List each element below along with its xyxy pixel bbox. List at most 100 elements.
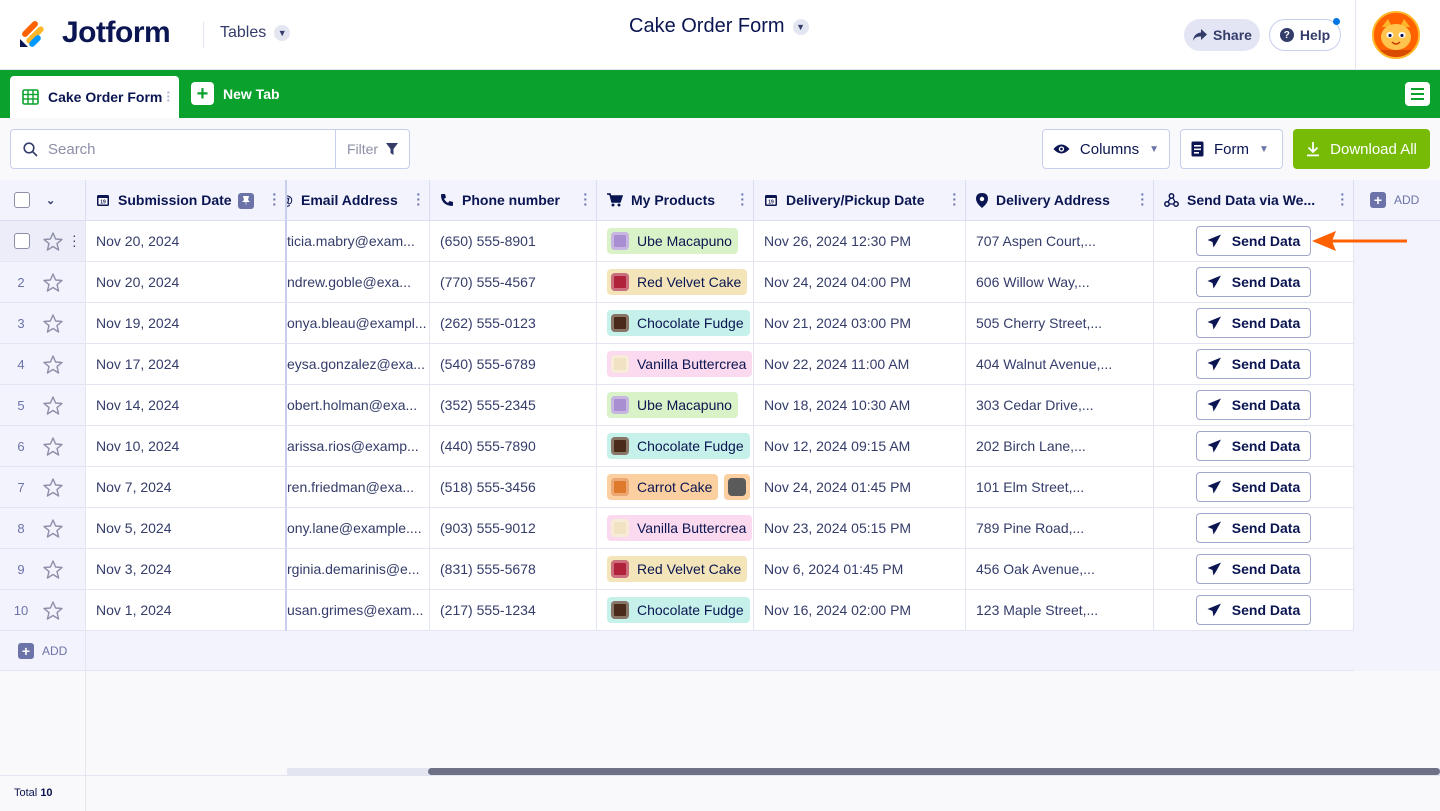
cell-address[interactable]: 303 Cedar Drive,... <box>966 385 1154 426</box>
cell-products[interactable]: Chocolate Fudge <box>597 426 754 467</box>
column-header-address[interactable]: Delivery Address · · · <box>966 180 1154 221</box>
star-icon[interactable] <box>43 314 63 333</box>
menu-button[interactable] <box>1405 82 1430 106</box>
product-chip[interactable]: Chocolate Fudge <box>607 310 750 336</box>
cell-email[interactable]: ren.friedman@exa... <box>287 467 430 508</box>
product-chip[interactable]: Red Velvet Cake <box>607 269 748 295</box>
column-menu-icon[interactable]: · · · <box>583 187 588 211</box>
row-checkbox[interactable] <box>14 233 30 249</box>
cell-delivery-date[interactable]: Nov 24, 2024 04:00 PM <box>754 262 966 303</box>
cell-phone[interactable]: (650) 555-8901 <box>430 221 597 262</box>
cell-products[interactable]: Ube Macapuno <box>597 385 754 426</box>
cell-phone[interactable]: (770) 555-4567 <box>430 262 597 303</box>
product-chip[interactable] <box>724 474 751 500</box>
column-header-email[interactable]: @ Email Address ··· <box>287 180 430 221</box>
cell-phone[interactable]: (831) 555-5678 <box>430 549 597 590</box>
cell-email[interactable]: ony.lane@example.... <box>287 508 430 549</box>
cell-delivery-date[interactable]: Nov 6, 2024 01:45 PM <box>754 549 966 590</box>
new-tab-button[interactable]: + New Tab <box>191 82 280 105</box>
send-data-button[interactable]: Send Data <box>1196 431 1311 461</box>
cell-phone[interactable]: (440) 555-7890 <box>430 426 597 467</box>
cell-submission-date[interactable]: Nov 3, 2024 <box>86 549 287 590</box>
cell-address[interactable]: 202 Birch Lane,... <box>966 426 1154 467</box>
star-icon[interactable] <box>43 355 63 374</box>
product-chip[interactable]: Ube Macapuno <box>607 392 738 418</box>
pin-icon[interactable] <box>238 193 254 209</box>
column-header-delivery-date[interactable]: 19 Delivery/Pickup Date · · · <box>754 180 966 221</box>
product-chip[interactable]: Red Velvet Cake <box>607 556 748 582</box>
cell-delivery-date[interactable]: Nov 26, 2024 12:30 PM <box>754 221 966 262</box>
cell-delivery-date[interactable]: Nov 24, 2024 01:45 PM <box>754 467 966 508</box>
send-data-button[interactable]: Send Data <box>1196 267 1311 297</box>
tab-menu-icon[interactable]: · · · <box>166 85 171 107</box>
cell-phone[interactable]: (262) 555-0123 <box>430 303 597 344</box>
cell-submission-date[interactable]: Nov 5, 2024 <box>86 508 287 549</box>
product-chip[interactable]: Ube Macapuno <box>607 228 738 254</box>
send-data-button[interactable]: Send Data <box>1196 226 1311 256</box>
cell-products[interactable]: Red Velvet Cake <box>597 549 754 590</box>
cell-products[interactable]: Ube Macapuno <box>597 221 754 262</box>
cell-delivery-date[interactable]: Nov 18, 2024 10:30 AM <box>754 385 966 426</box>
cell-submission-date[interactable]: Nov 7, 2024 <box>86 467 287 508</box>
star-icon[interactable] <box>43 560 63 579</box>
search-box[interactable] <box>10 129 336 169</box>
cell-email[interactable]: ndrew.goble@exa... <box>287 262 430 303</box>
cell-address[interactable]: 789 Pine Road,... <box>966 508 1154 549</box>
cell-delivery-date[interactable]: Nov 23, 2024 05:15 PM <box>754 508 966 549</box>
cell-email[interactable]: rginia.demarinis@e... <box>287 549 430 590</box>
product-chip[interactable]: Chocolate Fudge <box>607 433 750 459</box>
cell-phone[interactable]: (903) 555-9012 <box>430 508 597 549</box>
cell-products[interactable]: Vanilla Buttercrea <box>597 508 754 549</box>
add-row-button[interactable]: + ADD <box>18 643 67 659</box>
add-column-button[interactable]: + ADD <box>1354 180 1440 221</box>
cell-submission-date[interactable]: Nov 20, 2024View <box>86 221 287 262</box>
download-all-button[interactable]: Download All <box>1293 129 1430 169</box>
column-menu-icon[interactable]: · · · <box>416 187 421 211</box>
help-button[interactable]: ? Help <box>1269 19 1341 51</box>
cell-email[interactable]: onya.bleau@exampl... <box>287 303 430 344</box>
filter-button[interactable]: Filter <box>335 129 410 169</box>
columns-button[interactable]: Columns ▼ <box>1042 129 1170 169</box>
select-all-checkbox[interactable] <box>14 192 30 208</box>
cell-address[interactable]: 606 Willow Way,... <box>966 262 1154 303</box>
cell-email[interactable]: obert.holman@exa... <box>287 385 430 426</box>
cell-email[interactable]: usan.grimes@exam... <box>287 590 430 631</box>
cell-address[interactable]: 707 Aspen Court,... <box>966 221 1154 262</box>
column-menu-icon[interactable]: · · · <box>272 187 277 211</box>
column-header-submission-date[interactable]: 19 Submission Date · · · <box>86 180 287 221</box>
cell-products[interactable]: Red Velvet Cake <box>597 262 754 303</box>
column-menu-icon[interactable]: · · · <box>1140 187 1145 211</box>
column-menu-icon[interactable]: · · · <box>740 187 745 211</box>
tables-dropdown[interactable]: Tables ▼ <box>220 24 291 42</box>
cell-address[interactable]: 456 Oak Avenue,... <box>966 549 1154 590</box>
cell-submission-date[interactable]: Nov 17, 2024 <box>86 344 287 385</box>
cell-products[interactable]: Chocolate Fudge <box>597 303 754 344</box>
scrollbar-thumb[interactable] <box>428 768 1440 775</box>
send-data-button[interactable]: Send Data <box>1196 349 1311 379</box>
cell-phone[interactable]: (518) 555-3456 <box>430 467 597 508</box>
cell-submission-date[interactable]: Nov 14, 2024 <box>86 385 287 426</box>
cell-email[interactable]: eysa.gonzalez@exa... <box>287 344 430 385</box>
cell-address[interactable]: 123 Maple Street,... <box>966 590 1154 631</box>
cell-phone[interactable]: (540) 555-6789 <box>430 344 597 385</box>
cell-submission-date[interactable]: Nov 10, 2024 <box>86 426 287 467</box>
column-header-products[interactable]: My Products · · · <box>597 180 754 221</box>
column-menu-icon[interactable]: · · · <box>1340 187 1345 211</box>
row-menu-icon[interactable]: · · · <box>72 228 77 252</box>
cell-address[interactable]: 404 Walnut Avenue,... <box>966 344 1154 385</box>
cell-products[interactable]: Vanilla Buttercrea <box>597 344 754 385</box>
star-icon[interactable] <box>43 437 63 456</box>
send-data-button[interactable]: Send Data <box>1196 390 1311 420</box>
cell-delivery-date[interactable]: Nov 16, 2024 02:00 PM <box>754 590 966 631</box>
send-data-button[interactable]: Send Data <box>1196 308 1311 338</box>
cell-delivery-date[interactable]: Nov 12, 2024 09:15 AM <box>754 426 966 467</box>
send-data-button[interactable]: Send Data <box>1196 595 1311 625</box>
cell-address[interactable]: 505 Cherry Street,... <box>966 303 1154 344</box>
cell-delivery-date[interactable]: Nov 22, 2024 11:00 AM <box>754 344 966 385</box>
star-icon[interactable] <box>43 232 63 251</box>
share-button[interactable]: Share <box>1184 19 1260 51</box>
cell-submission-date[interactable]: Nov 19, 2024 <box>86 303 287 344</box>
product-chip[interactable]: Carrot Cake <box>607 474 719 500</box>
tab-cake-order-form[interactable]: Cake Order Form · · · <box>10 76 179 118</box>
star-icon[interactable] <box>43 519 63 538</box>
